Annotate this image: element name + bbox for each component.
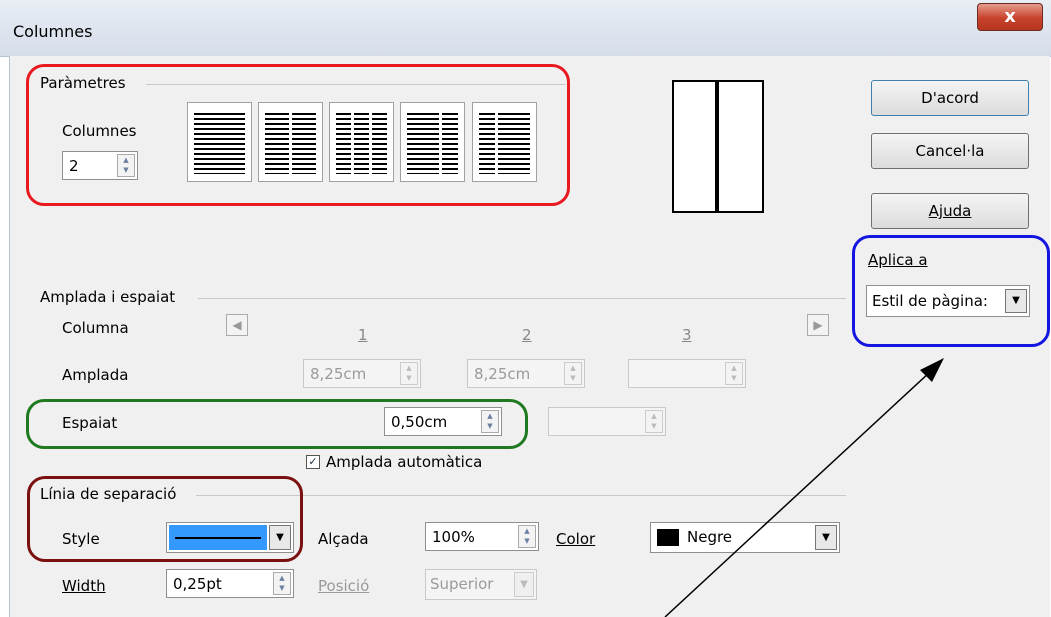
columns-dialog: Columnes x Paràmetres Columnes 2 ▲ ▼ D'ac…	[0, 0, 1051, 617]
annotation-arrow	[664, 358, 944, 617]
